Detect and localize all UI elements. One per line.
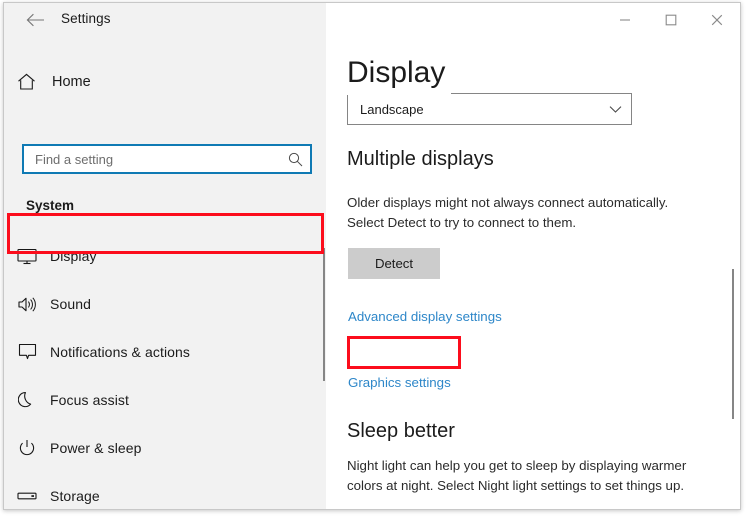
search-box[interactable] [22,144,312,174]
close-icon[interactable] [694,3,740,36]
maximize-icon[interactable] [648,3,694,36]
sidebar-item-power-sleep[interactable]: Power & sleep [4,424,326,472]
sidebar-item-focus-assist-label: Focus assist [50,392,129,408]
app-title: Settings [61,11,111,26]
sidebar-item-display[interactable]: Display [4,232,326,280]
monitor-icon [4,248,50,265]
sidebar-item-sound[interactable]: Sound [4,280,326,328]
sidebar-item-notifications[interactable]: Notifications & actions [4,328,326,376]
sidebar: Home System Displ [4,36,326,509]
sidebar-item-sound-label: Sound [50,296,91,312]
sidebar-item-focus-assist[interactable]: Focus assist [4,376,326,424]
sidebar-scrollbar-thumb[interactable] [323,248,325,381]
graphics-settings-link[interactable]: Graphics settings [348,375,451,390]
multiple-displays-heading: Multiple displays [347,148,494,170]
settings-window: Settings Home Find a setting System Disp… [3,2,741,510]
sidebar-item-storage-label: Storage [50,488,100,504]
moon-icon [4,391,50,409]
orientation-dropdown-value: Landscape [360,101,424,117]
main-scrollbar-thumb[interactable] [732,269,734,419]
page-title: Display [347,57,452,95]
title-bar: Settings [4,3,740,36]
sidebar-item-power-sleep-label: Power & sleep [50,440,142,456]
sidebar-section-label: System [26,198,75,213]
home-icon [4,73,48,91]
power-icon [4,439,50,457]
main-scrollbar-track[interactable] [726,36,740,509]
orientation-dropdown[interactable]: Landscape [347,93,632,125]
search-icon[interactable] [280,152,310,167]
detect-button[interactable]: Detect [348,248,440,279]
sidebar-item-storage[interactable]: Storage [4,472,326,509]
main-content: Landscape Display Multiple displays Olde… [326,36,740,509]
chevron-down-icon [599,105,631,114]
title-bar-left-region [4,3,326,36]
sidebar-item-home[interactable]: Home [4,65,326,99]
advanced-display-settings-link[interactable]: Advanced display settings [348,309,502,324]
back-arrow-icon[interactable] [20,10,50,30]
speaker-icon [4,296,50,313]
storage-drive-icon [4,490,50,502]
sleep-better-heading: Sleep better [347,420,455,442]
notification-balloon-icon [4,343,50,361]
sidebar-item-display-label: Display [50,248,97,264]
search-input[interactable] [24,146,280,172]
sidebar-nav-list: Display Sound Notifications & actions Fo… [4,232,326,509]
minimize-icon[interactable] [602,3,648,36]
multiple-displays-description: Older displays might not always connect … [347,195,669,230]
sleep-better-description: Night light can help you get to sleep by… [347,458,687,493]
sidebar-item-notifications-label: Notifications & actions [50,344,191,360]
sidebar-item-home-label: Home [52,74,91,90]
window-controls [602,3,740,36]
